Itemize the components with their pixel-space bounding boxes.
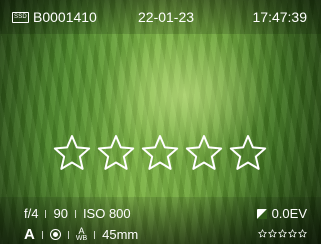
star-outline-icon [298, 229, 307, 238]
star-outline-icon [258, 229, 267, 238]
divider [74, 209, 76, 218]
star-outline-icon[interactable] [52, 133, 92, 173]
divider [94, 230, 96, 239]
divider [41, 230, 43, 239]
shooting-info-row: A A WB 45mm [24, 226, 138, 243]
white-balance-icon: A WB [75, 226, 88, 243]
iso-value: ISO 800 [82, 206, 131, 221]
aperture-value: f/4 [24, 206, 39, 221]
metering-icon [49, 229, 61, 240]
rating-stars[interactable] [52, 133, 268, 173]
rating-indicator [258, 229, 307, 238]
capture-date: 22-01-23 [138, 9, 195, 25]
ssd-icon: SSD [12, 12, 29, 23]
star-outline-icon[interactable] [96, 133, 136, 173]
ev-value: 0.0EV [271, 206, 307, 221]
capture-time: 17:47:39 [252, 9, 308, 25]
exposure-info-row: f/4 90 ISO 800 [24, 206, 131, 221]
shutter-value: 90 [53, 206, 68, 221]
wb-mode: A [78, 226, 85, 236]
focal-length: 45mm [102, 227, 139, 242]
star-outline-icon[interactable] [184, 133, 224, 173]
star-outline-icon [278, 229, 287, 238]
shooting-mode: A [24, 226, 35, 243]
star-outline-icon[interactable] [140, 133, 180, 173]
star-outline-icon[interactable] [228, 133, 268, 173]
star-outline-icon [288, 229, 297, 238]
wb-label: WB [75, 235, 88, 242]
divider [45, 209, 47, 218]
info-top-bar: SSD B0001410 22-01-23 17:47:39 [0, 0, 321, 34]
file-name: B0001410 [33, 9, 97, 25]
image-playback-screen: SSD B0001410 22-01-23 17:47:39 f/4 90 IS… [0, 0, 321, 244]
divider [67, 230, 69, 239]
exposure-compensation: 0.0EV [256, 206, 307, 221]
exposure-compensation-icon [256, 208, 267, 219]
star-outline-icon [268, 229, 277, 238]
